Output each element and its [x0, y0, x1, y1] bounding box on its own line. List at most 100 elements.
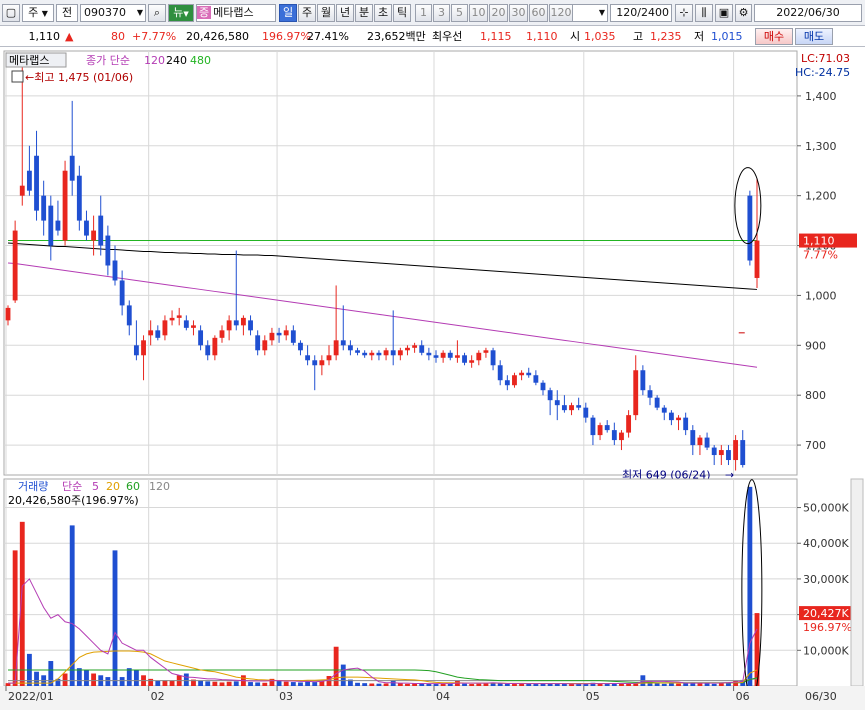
volume-bar-41	[298, 682, 303, 686]
candle-105	[754, 240, 760, 278]
candle-26	[191, 325, 196, 328]
candle-4	[34, 155, 39, 211]
stock-chart[interactable]: 7008009001,0001,1001,2001,3001,400메타랩스종가…	[0, 47, 865, 710]
search-icon[interactable]: ⌕	[148, 4, 166, 22]
x-right-date-label: 06/30	[805, 690, 837, 703]
buy-button[interactable]: 매수	[755, 28, 793, 45]
volume-bar-10	[76, 668, 82, 686]
candle-3	[26, 170, 32, 191]
chart-type-icon[interactable]: ⫼	[695, 4, 713, 22]
volume-bar-9	[69, 525, 75, 686]
tab-period-4[interactable]: 분	[355, 4, 373, 22]
candle-74	[533, 375, 539, 383]
volume-bar-60	[433, 684, 439, 686]
save-icon[interactable]: ▣	[715, 4, 733, 22]
tab-period-3[interactable]: 년	[336, 4, 354, 22]
candle-95	[683, 417, 689, 431]
candle-98	[704, 437, 710, 448]
volume-bar-32	[233, 681, 239, 686]
candle-86	[619, 432, 624, 441]
window-menu-icon[interactable]: ▢	[2, 4, 20, 22]
candle-15	[112, 260, 118, 281]
volume-legend-ma-label: 단순	[62, 480, 82, 493]
candle-66	[476, 352, 482, 361]
last-price-label: 1,110	[803, 235, 835, 248]
settings-icon[interactable]: ⚙	[735, 4, 752, 22]
candle-41	[298, 342, 303, 351]
tab-interval-5[interactable]: 5	[451, 4, 468, 22]
tab-interval-10[interactable]: 10	[469, 4, 488, 22]
volume-bar-65	[469, 684, 475, 686]
x-tick-label-0: 2022/01	[8, 690, 54, 703]
price-tick-label-5: 1,200	[805, 190, 837, 203]
candle-1	[12, 230, 18, 301]
candle-45	[326, 355, 332, 361]
volume-ratio: 196.97%	[262, 30, 311, 43]
tab-interval-120[interactable]: 120	[549, 4, 573, 22]
volume-legend-ma-5: 5	[92, 480, 99, 493]
volume-bar-95	[683, 683, 689, 686]
high-annotation: ←최고 1,475 (01/06)	[25, 71, 133, 84]
grid-toggle-icon	[11, 70, 24, 83]
volume-bar-105	[754, 613, 760, 686]
volume-bar-42	[305, 681, 311, 686]
candle-32	[233, 320, 239, 326]
volume-bar-27	[198, 681, 204, 686]
candle-6	[48, 205, 54, 246]
volume-bar-66	[476, 683, 482, 686]
tab-period-5[interactable]: 초	[374, 4, 392, 22]
volume-bar-74	[533, 684, 539, 686]
candle-11	[84, 220, 89, 236]
candle-90	[647, 390, 653, 398]
tab-interval-30[interactable]: 30	[509, 4, 528, 22]
candle-36	[262, 340, 268, 351]
candle-14	[105, 235, 111, 266]
candle-91	[654, 397, 660, 408]
volume-bar-36	[262, 682, 268, 686]
sell-button[interactable]: 매도	[795, 28, 833, 45]
volume-bar-50	[362, 683, 368, 686]
tab-period-6[interactable]: 틱	[393, 4, 411, 22]
candle-9	[69, 155, 75, 181]
market-select[interactable]: 주 ▼	[22, 4, 54, 22]
volume-bar-49	[355, 682, 360, 686]
tab-interval-60[interactable]: 60	[529, 4, 548, 22]
interval-input[interactable]: ▼	[572, 4, 608, 22]
candle-16	[119, 280, 125, 306]
count-field[interactable]: 120/2400	[610, 4, 672, 22]
tab-interval-20[interactable]: 20	[489, 4, 508, 22]
tab-interval-3[interactable]: 3	[433, 4, 450, 22]
news-button[interactable]: 뉴▼	[168, 4, 194, 22]
code-input[interactable]: 090370 ▼	[80, 4, 146, 22]
date-field[interactable]: 2022/06/30	[754, 4, 862, 22]
candle-42	[305, 355, 311, 361]
news-label: 뉴	[173, 6, 184, 19]
tab-interval-1[interactable]: 1	[415, 4, 432, 22]
volume-bar-11	[84, 669, 89, 686]
price-tick-label-2: 900	[805, 339, 826, 352]
volume-bar-30	[219, 682, 225, 686]
stock-name-field[interactable]: 증 메타랩스	[196, 4, 276, 22]
open-price: 1,035	[584, 30, 616, 43]
candle-89	[640, 370, 646, 391]
price-tick-label-7: 1,400	[805, 90, 837, 103]
candle-17	[126, 305, 132, 326]
volume-bar-93	[668, 683, 674, 686]
volume-value: 20,426,580	[186, 30, 249, 43]
candle-84	[604, 425, 610, 431]
tab-period-0[interactable]: 일	[279, 4, 297, 22]
candle-0	[5, 307, 11, 321]
toolbar: ▢ 주 ▼ 전 090370 ▼ ⌕ 뉴▼ 증 메타랩스 일주월년분초틱 1 3 5 10…	[0, 0, 865, 26]
turnover-rate: 27.41%	[307, 30, 349, 43]
volume-bar-53	[383, 683, 389, 686]
price-legend-ma-480: 480	[190, 54, 211, 67]
volume-legend-ma-60: 60	[126, 480, 140, 493]
volume-bar-25	[183, 673, 189, 686]
best-bid: 1,110	[526, 30, 558, 43]
tab-period-1[interactable]: 주	[298, 4, 316, 22]
crosshair-icon[interactable]: ⊹	[675, 4, 693, 22]
tab-period-2[interactable]: 월	[317, 4, 335, 22]
type-select[interactable]: 전	[56, 4, 78, 22]
price-tick-label-1: 800	[805, 389, 826, 402]
candle-72	[519, 372, 525, 376]
